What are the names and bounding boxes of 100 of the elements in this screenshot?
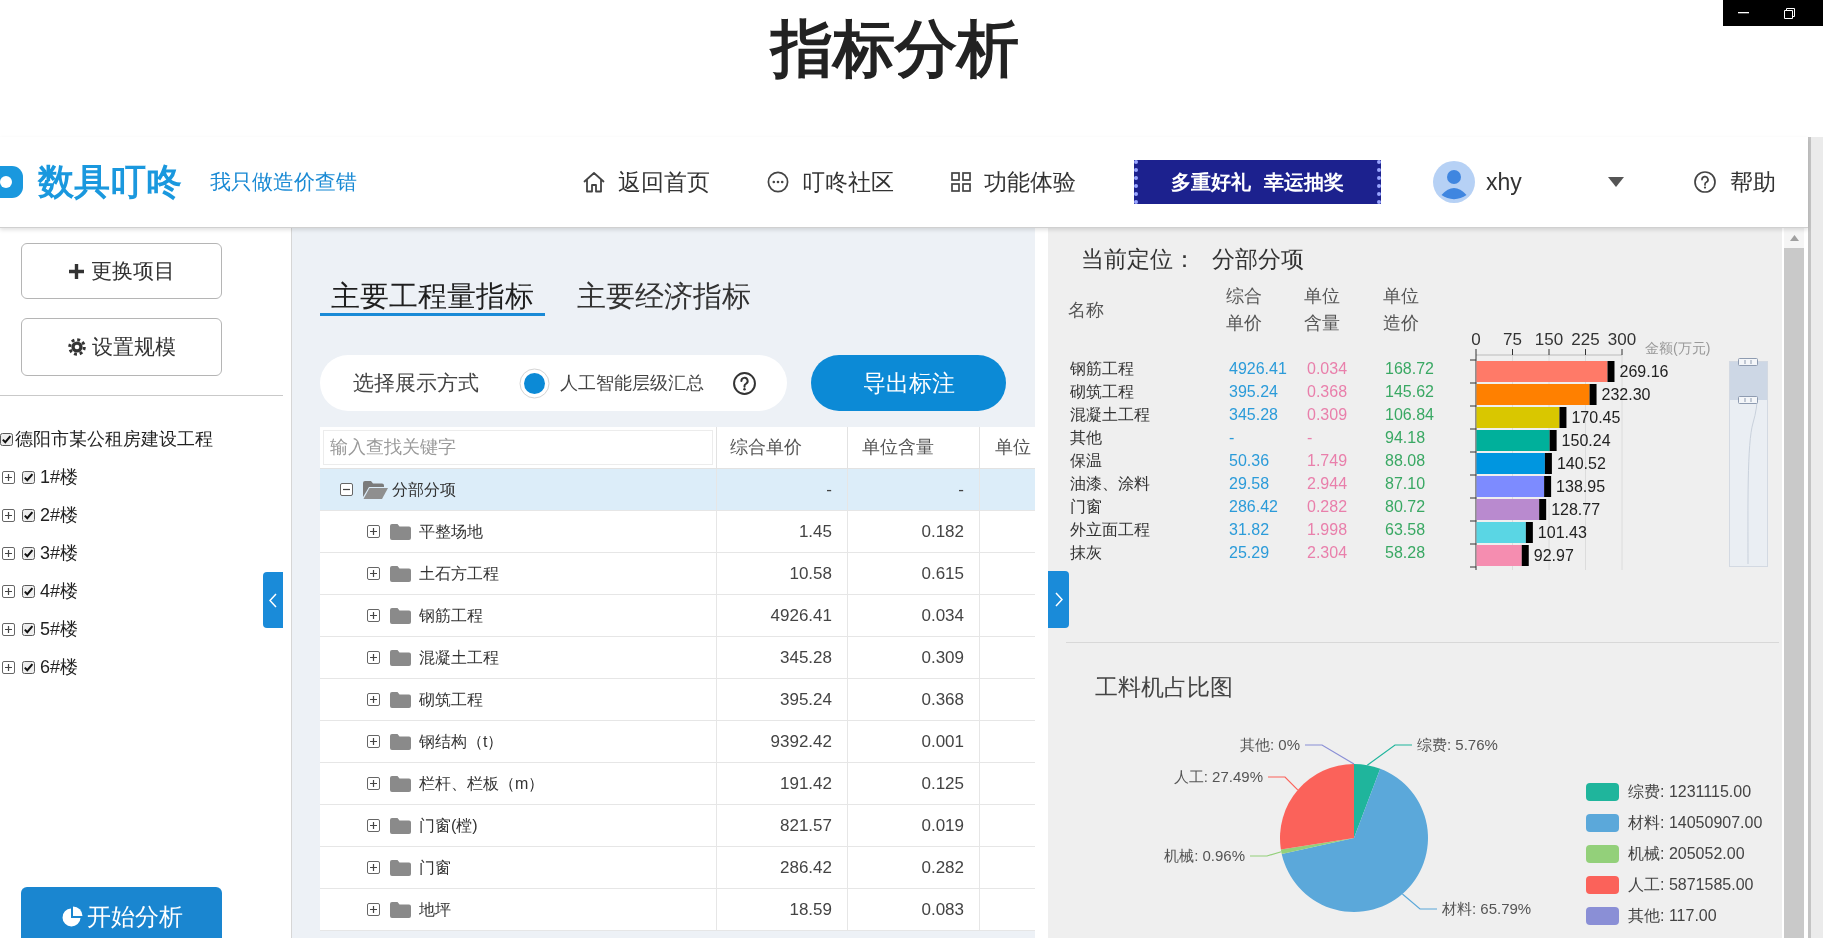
folder-icon (390, 565, 411, 582)
table-row[interactable]: 门窗(樘) 821.57 0.019 (320, 805, 1035, 847)
expand-icon[interactable] (367, 693, 380, 706)
row-label: 平整场地 (419, 521, 483, 542)
expand-icon[interactable] (2, 584, 15, 598)
table-row[interactable]: 砌筑工程 395.24 0.368 (320, 679, 1035, 721)
bar-value-label: 101.43 (1537, 524, 1587, 541)
restore-icon[interactable] (1784, 7, 1795, 19)
table-cell-text: 0.309 (921, 646, 964, 669)
tab[interactable]: 主要经济指标 (566, 279, 762, 316)
minimize-icon[interactable] (1738, 12, 1749, 14)
collapse-icon[interactable] (340, 483, 353, 496)
expand-icon[interactable] (367, 903, 380, 916)
sidebar-button[interactable]: 更换项目 (21, 243, 222, 299)
handle-icon[interactable] (1738, 396, 1758, 404)
column-header: 名称 (1068, 298, 1104, 322)
table-cell: 1.998 (1307, 519, 1348, 540)
table-cell-text: 286.42 (780, 856, 832, 879)
bar-end-cap (1544, 476, 1552, 497)
user-name[interactable]: xhy (1486, 164, 1522, 200)
radio-button[interactable] (519, 367, 550, 399)
table-cell: 58.28 (1385, 542, 1426, 563)
table-cell: 1.749 (1307, 450, 1348, 471)
table-cell: 345.28 (1229, 404, 1278, 425)
collapse-sidebar-button[interactable] (263, 572, 283, 628)
expand-icon[interactable] (2, 546, 15, 560)
export-button[interactable]: 导出标注 (811, 355, 1006, 411)
row-label: 钢结构（t） (419, 731, 504, 752)
bar-end-cap (1559, 407, 1567, 428)
scrollbar[interactable] (1782, 228, 1804, 938)
table-cell: 168.72 (1385, 358, 1434, 379)
row-label: 地坪 (419, 899, 451, 920)
nav-link[interactable]: 功能体验 (951, 164, 1081, 200)
table-row[interactable]: 分部分项 - - (320, 469, 1035, 511)
column-header[interactable]: 综合单价 (730, 434, 802, 461)
expand-icon[interactable] (367, 735, 380, 748)
table-row[interactable]: 栏杆、栏板（m） 191.42 0.125 (320, 763, 1035, 805)
search-field[interactable]: 输入查找关键字 (323, 430, 713, 465)
tree-item-label[interactable]: 6#楼 (40, 653, 79, 681)
table-cell: 4926.41 (1229, 358, 1287, 379)
help-icon[interactable] (733, 371, 756, 395)
table-cell-text: 0.615 (921, 562, 964, 585)
expand-icon[interactable] (367, 651, 380, 664)
table-cell: 2.304 (1307, 542, 1348, 563)
tree-item-label[interactable]: 2#楼 (40, 501, 79, 529)
promo-banner[interactable]: 多重好礼 幸运抽奖 (1134, 160, 1381, 204)
zoom-slider-track[interactable] (1729, 358, 1768, 567)
column-header[interactable]: 单位含量 (862, 434, 934, 461)
table-cell: - (1229, 427, 1235, 448)
checkbox[interactable] (22, 546, 35, 560)
caret-icon[interactable] (1608, 177, 1624, 187)
table-row[interactable]: 钢筋工程 4926.41 0.034 (320, 595, 1035, 637)
table-row[interactable]: 平整场地 1.45 0.182 (320, 511, 1035, 553)
page-scrollbar[interactable] (1808, 137, 1823, 938)
logo-text: 数具叮咚 (38, 162, 182, 202)
tree-item-label[interactable]: 4#楼 (40, 577, 79, 605)
row-label: 分部分项 (392, 479, 456, 500)
help-button[interactable]: 帮助 (1694, 164, 1776, 200)
checkbox[interactable] (0, 432, 13, 446)
expand-icon[interactable] (367, 525, 380, 538)
expand-icon[interactable] (367, 567, 380, 580)
legend-label: 综费: 1231115.00 (1628, 781, 1752, 802)
avatar-icon[interactable] (1433, 161, 1475, 203)
tree-item-label[interactable]: 1#楼 (40, 463, 79, 491)
nav-link[interactable]: 返回首页 (583, 164, 713, 200)
expand-icon[interactable] (367, 861, 380, 874)
table-cell-text: 345.28 (780, 646, 832, 669)
page-title: 指标分析 (771, 13, 1019, 85)
checkbox[interactable] (22, 470, 35, 484)
checkbox[interactable] (22, 660, 35, 674)
bar-value-label: 92.97 (1533, 547, 1574, 564)
bar-value-label: 269.16 (1619, 363, 1669, 380)
table-row[interactable]: 地坪 18.59 0.083 (320, 889, 1035, 931)
table-cell: 抹灰 (1070, 542, 1102, 563)
tree-item-label[interactable]: 3#楼 (40, 539, 79, 567)
checkbox[interactable] (22, 584, 35, 598)
expand-icon[interactable] (2, 622, 15, 636)
expand-icon[interactable] (367, 609, 380, 622)
expand-icon[interactable] (367, 777, 380, 790)
table-row[interactable]: 门窗 286.42 0.282 (320, 847, 1035, 889)
tree-item-label[interactable]: 德阳市某公租房建设工程 (15, 425, 213, 453)
table-row[interactable]: 土石方工程 10.58 0.615 (320, 553, 1035, 595)
table-cell: 0.282 (1307, 496, 1348, 517)
column-header[interactable]: 单位 (995, 434, 1031, 461)
radio-option[interactable]: 人工智能层级汇总 (519, 367, 704, 399)
checkbox[interactable] (22, 622, 35, 636)
handle-icon[interactable] (1738, 358, 1758, 366)
checkbox[interactable] (22, 508, 35, 522)
tree-item-label[interactable]: 5#楼 (40, 615, 79, 643)
expand-icon[interactable] (2, 470, 15, 484)
nav-link[interactable]: 叮咚社区 (767, 164, 897, 200)
sidebar-button[interactable]: 设置规模 (21, 318, 222, 376)
start-analysis-button[interactable]: 开始分析 (21, 887, 222, 938)
table-cell: - (1307, 427, 1313, 448)
expand-icon[interactable] (2, 508, 15, 522)
tab[interactable]: 主要工程量指标 (320, 279, 545, 316)
table-row[interactable]: 钢结构（t） 9392.42 0.001 (320, 721, 1035, 763)
expand-icon[interactable] (367, 819, 380, 832)
table-row[interactable]: 混凝土工程 345.28 0.309 (320, 637, 1035, 679)
expand-icon[interactable] (2, 660, 15, 674)
